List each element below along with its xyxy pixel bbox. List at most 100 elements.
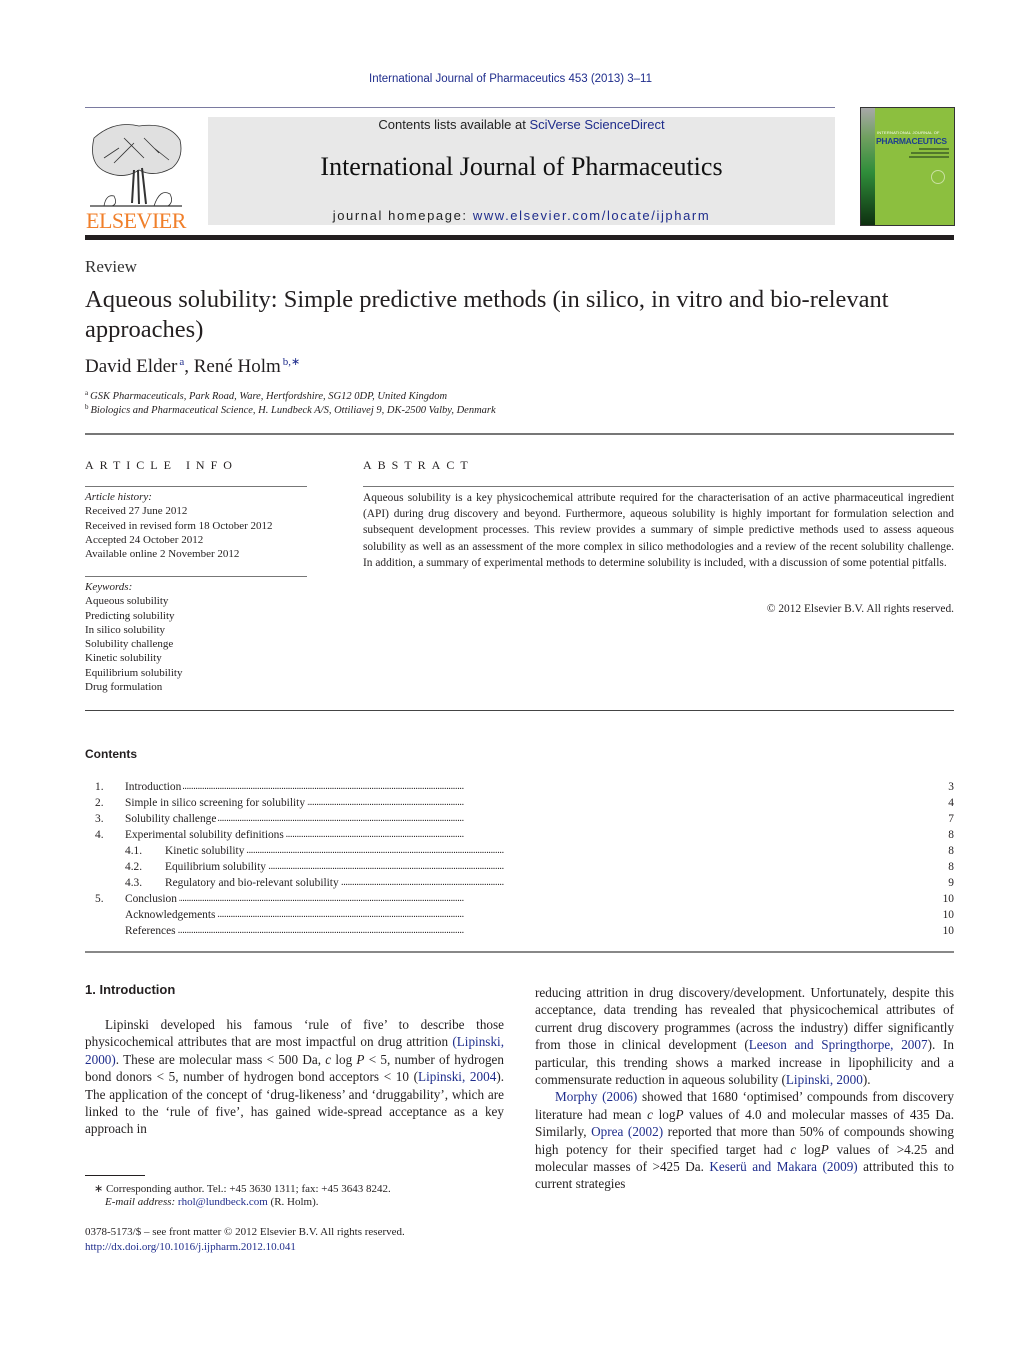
affiliation-text: GSK Pharmaceuticals, Park Road, Ware, He…: [90, 391, 448, 402]
body-column-right: reducing attrition in drug discovery/dev…: [535, 984, 954, 1193]
cover-top-text: INTERNATIONAL JOURNAL OF: [877, 130, 940, 135]
title-block-rule: [85, 433, 954, 435]
citation-link[interactable]: Leeson and Springthorpe, 2007: [749, 1037, 928, 1052]
toc-page[interactable]: 8: [924, 827, 954, 843]
toc-number: 5.: [95, 893, 104, 905]
author-affiliation-marker[interactable]: a: [179, 356, 184, 368]
doi-link-text[interactable]: http://dx.doi.org/10.1016/j.ijpharm.2012…: [85, 1241, 296, 1253]
toc-page[interactable]: 10: [924, 907, 954, 923]
paragraph: Morphy (2006) showed that 1680 ‘optimise…: [535, 1088, 954, 1192]
toc-label[interactable]: Solubility challenge: [125, 813, 219, 825]
toc-number: 4.1.: [125, 845, 143, 857]
toc-entry[interactable]: 4.1. Kinetic solubility 8: [85, 843, 954, 859]
citation-link[interactable]: Morphy (2006): [555, 1089, 637, 1104]
affiliation-marker: b: [85, 403, 89, 411]
email-link[interactable]: rhol@lundbeck.com: [178, 1196, 268, 1208]
toc-entry[interactable]: 3. Solubility challenge 7: [85, 811, 954, 827]
keyword: Equilibrium solubility: [85, 666, 183, 679]
affiliation: a GSK Pharmaceuticals, Park Road, Ware, H…: [85, 389, 447, 402]
toc-page[interactable]: 4: [924, 795, 954, 811]
text-run: log: [796, 1141, 821, 1157]
email-label: E-mail address:: [105, 1196, 178, 1208]
toc-entry[interactable]: Acknowledgements 10: [85, 907, 954, 923]
toc-page[interactable]: 8: [924, 859, 954, 875]
toc-entry[interactable]: 4.3. Regulatory and bio-relevant solubili…: [85, 875, 954, 891]
toc-label[interactable]: Kinetic solubility: [165, 845, 247, 857]
text-run: Lipinski developed his famous ‘rule of f…: [85, 1017, 504, 1050]
contents-rule: [85, 951, 954, 953]
homepage-link[interactable]: www.elsevier.com/locate/ijpharm: [473, 208, 710, 223]
keyword: In silico solubility: [85, 623, 166, 636]
body-column-left: Lipinski developed his famous ‘rule of f…: [85, 1016, 504, 1138]
toc-label[interactable]: Experimental solubility definitions: [125, 829, 286, 841]
corresponding-author-note: ∗ Corresponding author. Tel.: +45 3630 1…: [94, 1183, 391, 1195]
header-thick-rule: [85, 235, 954, 240]
toc-label[interactable]: Simple in silico screening for solubilit…: [125, 797, 308, 809]
citation-link[interactable]: Lipinski, 2004: [418, 1069, 496, 1084]
toc-entry[interactable]: 4. Experimental solubility definitions 8: [85, 827, 954, 843]
history-item: Accepted 24 October 2012: [85, 533, 204, 546]
publisher-logo-text: ELSEVIER: [86, 208, 186, 233]
toc-page[interactable]: 3: [924, 779, 954, 795]
test-tube-graphic: [861, 108, 875, 225]
citation-link[interactable]: Keserü and Makara (2009): [709, 1159, 857, 1174]
toc-entry[interactable]: 5. Conclusion 10: [85, 891, 954, 907]
cover-seal-icon: [931, 170, 945, 184]
front-matter-rule: [85, 710, 954, 711]
section-heading: 1. Introduction: [85, 982, 176, 997]
journal-citation[interactable]: International Journal of Pharmaceutics 4…: [0, 73, 1021, 85]
toc-label[interactable]: References: [125, 925, 178, 937]
toc-entry[interactable]: 4.2. Equilibrium solubility 8: [85, 859, 954, 875]
keyword: Kinetic solubility: [85, 652, 162, 665]
toc-page[interactable]: 7: [924, 811, 954, 827]
toc-number: 3.: [95, 813, 104, 825]
toc-label[interactable]: Equilibrium solubility: [165, 861, 268, 873]
keyword: Drug formulation: [85, 681, 163, 694]
citation-link[interactable]: Oprea (2002): [591, 1124, 663, 1139]
abstract-rule: [363, 486, 954, 487]
author-name[interactable]: David Elder: [85, 356, 177, 377]
author-list: David Elder a, René Holm b,∗: [85, 356, 301, 377]
abstract-copyright: © 2012 Elsevier B.V. All rights reserved…: [766, 603, 954, 615]
article-info-rule: [85, 486, 307, 487]
front-matter-note: 0378-5173/$ – see front matter © 2012 El…: [85, 1226, 405, 1238]
toc-label[interactable]: Acknowledgements: [125, 909, 218, 921]
toc-page[interactable]: 10: [924, 923, 954, 939]
contents-prefix: Contents lists available at: [378, 117, 530, 132]
paragraph: reducing attrition in drug discovery/dev…: [535, 984, 954, 1088]
toc-entry[interactable]: 1. Introduction 3: [85, 779, 954, 795]
toc-label[interactable]: Conclusion: [125, 893, 179, 905]
toc-label[interactable]: Regulatory and bio-relevant solubility: [165, 877, 341, 889]
affiliation-marker: a: [85, 389, 89, 397]
journal-title: International Journal of Pharmaceutics: [320, 152, 723, 181]
cover-text-lines: [901, 148, 949, 160]
header-rule: [85, 107, 835, 108]
text-run: log: [652, 1106, 676, 1122]
history-item: Available online 2 November 2012: [85, 548, 240, 561]
toc-number: 4.2.: [125, 861, 143, 873]
keywords: Keywords: Aqueous solubility Predicting …: [85, 580, 182, 694]
keyword: Solubility challenge: [85, 638, 174, 651]
citation-link[interactable]: Lipinski, 2000: [786, 1072, 863, 1087]
author-name[interactable]: René Holm: [194, 356, 281, 377]
keywords-label: Keywords:: [85, 581, 133, 593]
keyword: Aqueous solubility: [85, 595, 169, 608]
article-info-heading: ARTICLE INFO: [85, 458, 238, 472]
email-suffix: (R. Holm).: [267, 1196, 319, 1208]
email-note: E-mail address: rhol@lundbeck.com (R. Ho…: [105, 1196, 319, 1208]
toc-number: 4.3.: [125, 877, 143, 889]
toc-page[interactable]: 8: [924, 843, 954, 859]
author-affiliation-marker[interactable]: b,∗: [283, 356, 300, 368]
toc-page[interactable]: 9: [924, 875, 954, 891]
toc-entry[interactable]: References 10: [85, 923, 954, 939]
text-run: log: [331, 1051, 357, 1067]
history-label: Article history:: [85, 491, 152, 503]
journal-cover-image[interactable]: INTERNATIONAL JOURNAL OF PHARMACEUTICS: [860, 107, 955, 226]
text-run: P: [820, 1141, 829, 1157]
history-item: Received in revised form 18 October 2012: [85, 519, 273, 532]
toc-page[interactable]: 10: [924, 891, 954, 907]
doi-link[interactable]: http://dx.doi.org/10.1016/j.ijpharm.2012…: [85, 1241, 296, 1253]
toc-label[interactable]: Introduction: [125, 781, 184, 793]
sciencedirect-link[interactable]: SciVerse ScienceDirect: [529, 117, 664, 132]
toc-entry[interactable]: 2. Simple in silico screening for solubil…: [85, 795, 954, 811]
